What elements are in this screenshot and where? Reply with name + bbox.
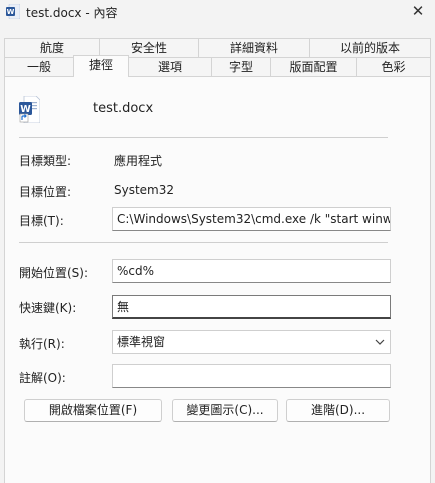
run-select-value: 標準視窗 (117, 335, 166, 349)
tab-label: 以前的版本 (339, 41, 400, 55)
svg-text:W: W (7, 8, 15, 16)
advanced-button[interactable]: 進階(D)... (286, 399, 390, 422)
comment-label: 註解(O): (19, 371, 66, 385)
tab-label: 航度 (39, 41, 64, 55)
start-in-input[interactable]: %cd% (112, 259, 391, 283)
target-location-label: 目標位置: (19, 185, 72, 199)
tab-label: 色彩 (381, 60, 406, 74)
tab-options[interactable]: 選項 (128, 57, 212, 77)
file-name: test.docx (93, 101, 154, 116)
close-icon: ✕ (411, 2, 425, 20)
start-in-label: 開始位置(S): (19, 266, 89, 280)
tab-shortcut[interactable]: 捷徑 (73, 55, 129, 77)
shortcut-key-input[interactable]: 無 (112, 295, 391, 319)
window-title: test.docx - 內容 (26, 6, 118, 20)
separator (19, 137, 388, 138)
target-label: 目標(T): (19, 214, 64, 228)
tab-details[interactable]: 詳細資料 (198, 38, 310, 58)
tab-label: 選項 (157, 60, 182, 74)
tab-colors[interactable]: 色彩 (356, 57, 431, 77)
change-icon-button[interactable]: 變更圖示(C)... (172, 399, 278, 422)
tab-previous-versions[interactable]: 以前的版本 (309, 38, 431, 58)
tab-label: 捷徑 (88, 58, 113, 72)
tab-label: 一般 (26, 60, 51, 74)
close-button[interactable]: ✕ (401, 0, 435, 24)
shortcut-key-label: 快速鍵(K): (19, 301, 77, 315)
target-type-label: 目標類型: (19, 154, 72, 168)
comment-input[interactable] (112, 364, 391, 388)
word-shortcut-icon: W (19, 96, 40, 123)
separator (19, 242, 388, 243)
target-input[interactable]: C:\Windows\System32\cmd.exe /k "start wi… (112, 207, 391, 231)
run-label: 執行(R): (19, 337, 65, 351)
title-bar: W test.docx - 內容 ✕ (0, 0, 435, 24)
tab-label: 安全性 (130, 41, 167, 55)
tab-general[interactable]: 一般 (4, 57, 74, 77)
svg-text:W: W (20, 104, 31, 115)
chevron-down-icon (375, 339, 385, 345)
tab-label: 詳細資料 (229, 41, 278, 55)
tab-label: 字型 (228, 60, 253, 74)
tab-layout[interactable]: 版面配置 (270, 57, 357, 77)
target-type-value: 應用程式 (114, 154, 163, 168)
word-document-icon: W (6, 4, 20, 19)
open-file-location-button[interactable]: 開啟檔案位置(F) (24, 399, 162, 422)
target-location-value: System32 (114, 183, 175, 197)
tab-font[interactable]: 字型 (211, 57, 271, 77)
tab-label: 版面配置 (289, 60, 338, 74)
run-select[interactable]: 標準視窗 (112, 330, 391, 354)
